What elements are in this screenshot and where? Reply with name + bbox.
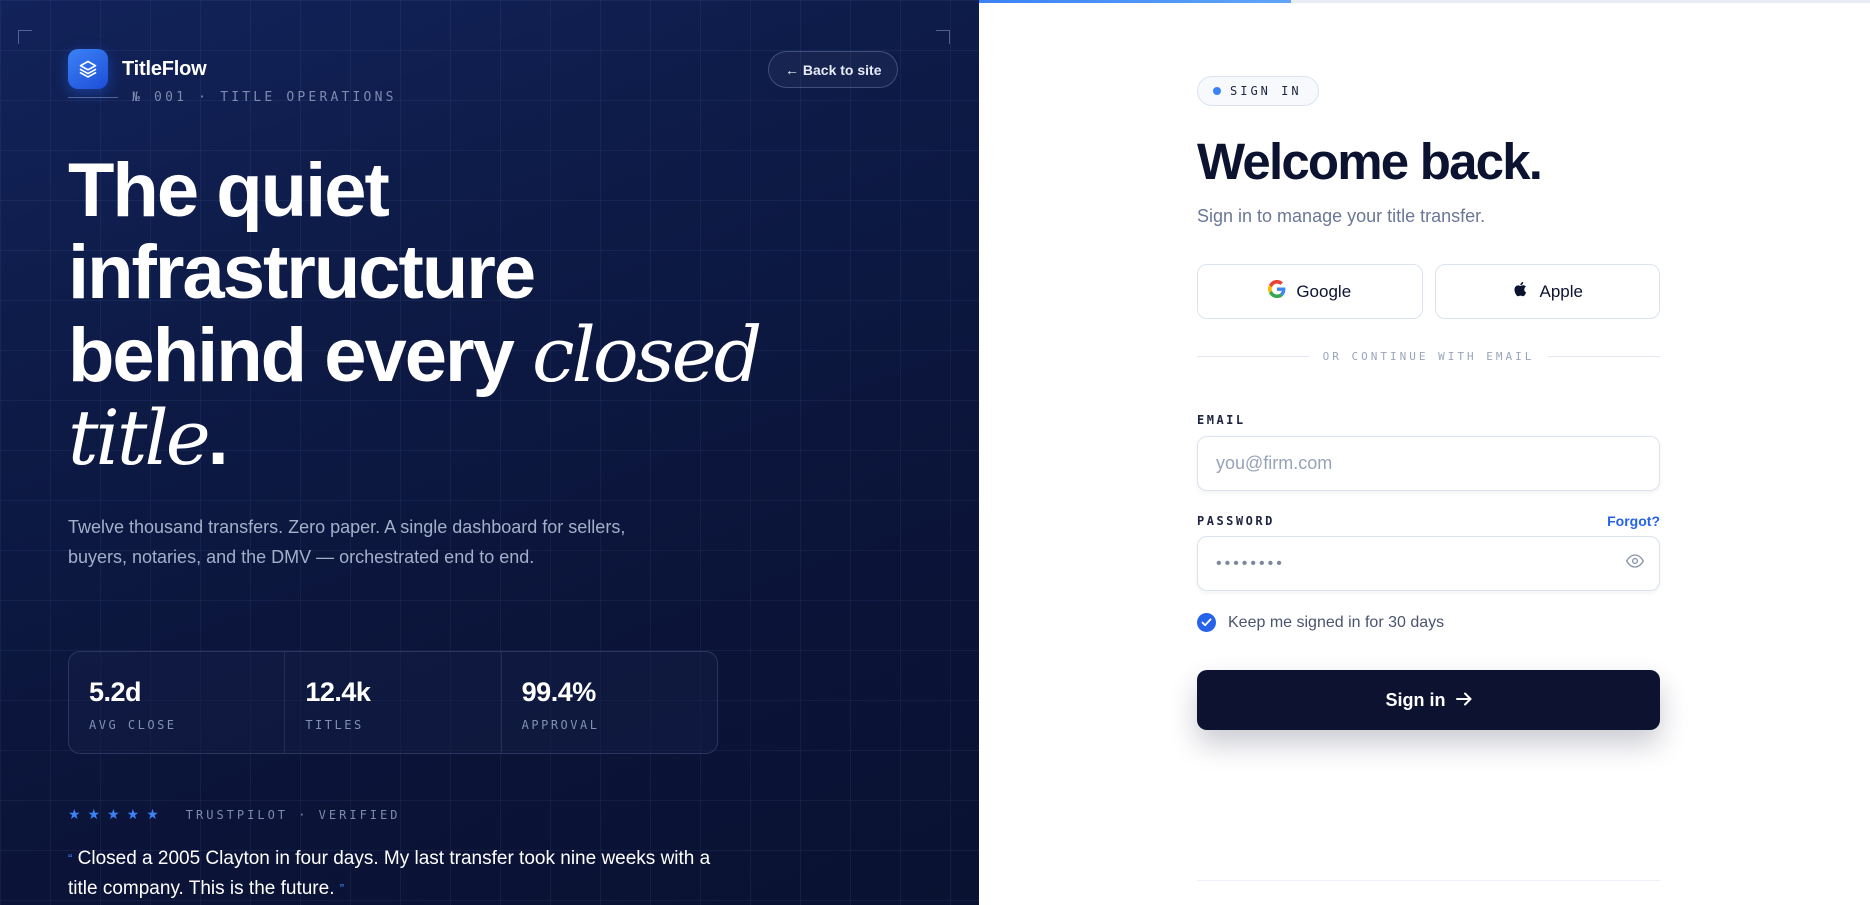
trust-row: ★★★★★ TRUSTPILOT · VERIFIED	[68, 806, 400, 823]
stat-label: AVG CLOSE	[89, 718, 177, 732]
stat-label: APPROVAL	[521, 718, 600, 732]
sign-in-page: TitleFlow ← Back to site № 001 · TITLE O…	[0, 0, 1870, 905]
section-meta: № 001 · TITLE OPERATIONS	[68, 90, 397, 105]
divider-text: OR CONTINUE WITH EMAIL	[1322, 350, 1535, 363]
status-dot-icon	[1213, 87, 1221, 95]
email-divider: OR CONTINUE WITH EMAIL	[1197, 350, 1661, 363]
brand[interactable]: TitleFlow	[68, 49, 207, 89]
stat-avg-close: 5.2d AVG CLOSE	[69, 652, 286, 753]
password-label: PASSWORD	[1197, 514, 1275, 528]
hero-subcopy: Twelve thousand transfers. Zero paper. A…	[68, 517, 626, 567]
sign-in-badge: SIGN IN	[1197, 76, 1319, 106]
forgot-password-link[interactable]: Forgot?	[1607, 513, 1660, 529]
apple-label: Apple	[1539, 281, 1583, 301]
email-field-group: EMAIL	[1197, 411, 1660, 491]
stat-label: TITLES	[305, 718, 364, 732]
password-label-row: PASSWORD Forgot?	[1197, 513, 1660, 529]
layers-icon	[68, 49, 108, 89]
remember-me-row[interactable]: Keep me signed in for 30 days	[1197, 613, 1660, 632]
meta-text: № 001 · TITLE OPERATIONS	[132, 90, 397, 105]
google-sign-in-button[interactable]: Google	[1197, 264, 1423, 319]
progress-bar	[979, 0, 1291, 3]
divider-line	[1548, 356, 1661, 357]
email-label: EMAIL	[1197, 413, 1246, 427]
badge-text: SIGN IN	[1230, 84, 1302, 98]
stat-value: 12.4k	[305, 677, 371, 707]
password-field-group: PASSWORD Forgot?	[1197, 513, 1660, 591]
back-to-site-button[interactable]: ← Back to site	[768, 51, 899, 88]
stat-value: 5.2d	[89, 677, 142, 707]
stats-card: 5.2d AVG CLOSE 12.4k TITLES 99.4% APPROV…	[68, 651, 718, 754]
progress-track	[979, 0, 1870, 3]
divider-line	[1197, 356, 1309, 357]
quote-close-mark: ”	[339, 881, 345, 896]
quote-text: Closed a 2005 Clayton in four days. My l…	[68, 848, 711, 899]
remember-me-checkbox[interactable]	[1197, 613, 1216, 632]
corner-mark-top-right	[936, 30, 950, 44]
google-icon	[1268, 280, 1286, 303]
stat-titles: 12.4k TITLES	[285, 652, 502, 753]
stat-value: 99.4%	[521, 677, 597, 707]
email-field[interactable]	[1197, 436, 1660, 491]
brand-name: TitleFlow	[122, 57, 207, 80]
headline-period: .	[207, 396, 229, 481]
trust-text: TRUSTPILOT · VERIFIED	[185, 807, 401, 822]
testimonial-quote: “ Closed a 2005 Clayton in four days. My…	[68, 844, 728, 904]
hero-panel: TitleFlow ← Back to site № 001 · TITLE O…	[0, 0, 979, 905]
hero-headline: The quiet infrastructure behind every cl…	[68, 150, 768, 480]
stat-approval: 99.4% APPROVAL	[502, 652, 717, 753]
password-field[interactable]	[1197, 536, 1660, 591]
check-icon	[1201, 618, 1212, 627]
headline-italic-closed: closed	[531, 310, 762, 399]
corner-mark-top-left	[18, 30, 32, 44]
page-title: Welcome back.	[1197, 133, 1543, 190]
star-rating-icon: ★★★★★	[68, 806, 166, 822]
google-label: Google	[1296, 281, 1352, 301]
sign-in-label: Sign in	[1385, 689, 1446, 710]
password-input-wrap	[1197, 529, 1660, 591]
page-subtitle: Sign in to manage your title transfer.	[1197, 206, 1486, 226]
sign-in-button[interactable]: Sign in	[1197, 670, 1660, 730]
eye-icon[interactable]	[1625, 554, 1645, 573]
headline-italic-title: title	[68, 393, 211, 482]
remember-me-label: Keep me signed in for 30 days	[1228, 613, 1445, 631]
sign-in-form: SIGN IN Welcome back. Sign in to manage …	[1197, 76, 1661, 730]
social-login-row: Google Apple	[1197, 264, 1660, 319]
apple-sign-in-button[interactable]: Apple	[1434, 264, 1660, 319]
arrow-right-icon	[1455, 690, 1472, 711]
sign-in-panel: SIGN IN Welcome back. Sign in to manage …	[979, 0, 1870, 905]
footer-divider	[1197, 880, 1660, 881]
headline-text: The quiet infrastructure behind every	[68, 148, 536, 398]
apple-icon	[1512, 279, 1530, 304]
meta-rule	[68, 97, 118, 98]
